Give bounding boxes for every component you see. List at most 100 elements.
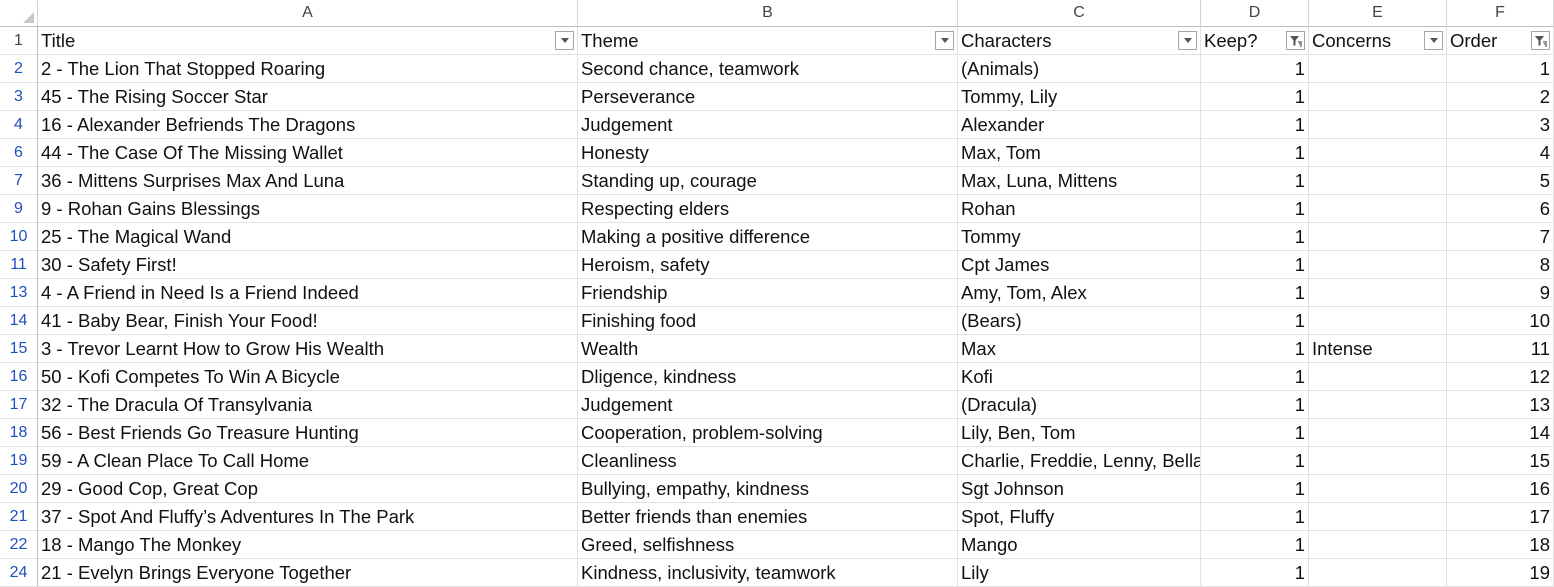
- row-number[interactable]: 15: [0, 335, 38, 363]
- cell-theme[interactable]: Making a positive difference: [578, 223, 958, 251]
- cell-order[interactable]: 10: [1447, 307, 1554, 335]
- cell-order[interactable]: 1: [1447, 55, 1554, 83]
- cell-title[interactable]: 50 - Kofi Competes To Win A Bicycle: [38, 363, 578, 391]
- cell-characters[interactable]: Lily: [958, 559, 1201, 587]
- column-header-f[interactable]: F: [1447, 0, 1554, 27]
- cell-order[interactable]: 19: [1447, 559, 1554, 587]
- cell-characters[interactable]: Cpt James: [958, 251, 1201, 279]
- cell-keep[interactable]: 1: [1201, 195, 1309, 223]
- cell-keep[interactable]: 1: [1201, 335, 1309, 363]
- row-number[interactable]: 10: [0, 223, 38, 251]
- cell-characters[interactable]: Lily, Ben, Tom: [958, 419, 1201, 447]
- cell-characters[interactable]: Alexander: [958, 111, 1201, 139]
- cell-title[interactable]: 56 - Best Friends Go Treasure Hunting: [38, 419, 578, 447]
- cell-title[interactable]: 21 - Evelyn Brings Everyone Together: [38, 559, 578, 587]
- cell-theme[interactable]: Perseverance: [578, 83, 958, 111]
- row-number[interactable]: 22: [0, 531, 38, 559]
- cell-keep[interactable]: 1: [1201, 55, 1309, 83]
- cell-concerns[interactable]: [1309, 503, 1447, 531]
- cell-title[interactable]: 30 - Safety First!: [38, 251, 578, 279]
- cell-title[interactable]: 16 - Alexander Befriends The Dragons: [38, 111, 578, 139]
- cell-order[interactable]: 7: [1447, 223, 1554, 251]
- filter-button-keep[interactable]: [1286, 31, 1305, 50]
- cell-keep[interactable]: 1: [1201, 167, 1309, 195]
- cell-title[interactable]: 37 - Spot And Fluffy’s Adventures In The…: [38, 503, 578, 531]
- cell-characters[interactable]: Mango: [958, 531, 1201, 559]
- cell-characters[interactable]: Amy, Tom, Alex: [958, 279, 1201, 307]
- cell-characters[interactable]: Spot, Fluffy: [958, 503, 1201, 531]
- row-number[interactable]: 19: [0, 447, 38, 475]
- filter-button-characters[interactable]: [1178, 31, 1197, 50]
- cell-title[interactable]: 25 - The Magical Wand: [38, 223, 578, 251]
- row-number[interactable]: 16: [0, 363, 38, 391]
- cell-theme[interactable]: Better friends than enemies: [578, 503, 958, 531]
- cell-keep[interactable]: 1: [1201, 419, 1309, 447]
- row-number[interactable]: 11: [0, 251, 38, 279]
- cell-title[interactable]: 36 - Mittens Surprises Max And Luna: [38, 167, 578, 195]
- cell-theme[interactable]: Judgement: [578, 391, 958, 419]
- cell-characters[interactable]: Max: [958, 335, 1201, 363]
- cell-keep[interactable]: 1: [1201, 391, 1309, 419]
- filter-button-concerns[interactable]: [1424, 31, 1443, 50]
- cell-concerns[interactable]: [1309, 167, 1447, 195]
- cell-keep[interactable]: 1: [1201, 363, 1309, 391]
- cell-theme[interactable]: Cleanliness: [578, 447, 958, 475]
- cell-theme[interactable]: Second chance, teamwork: [578, 55, 958, 83]
- cell-theme[interactable]: Bullying, empathy, kindness: [578, 475, 958, 503]
- cell-concerns[interactable]: [1309, 475, 1447, 503]
- column-header-c[interactable]: C: [958, 0, 1201, 27]
- cell-title[interactable]: 2 - The Lion That Stopped Roaring: [38, 55, 578, 83]
- filter-button-theme[interactable]: [935, 31, 954, 50]
- row-number[interactable]: 24: [0, 559, 38, 587]
- cell-order[interactable]: 3: [1447, 111, 1554, 139]
- cell-order[interactable]: 8: [1447, 251, 1554, 279]
- cell-order[interactable]: 14: [1447, 419, 1554, 447]
- cell-keep[interactable]: 1: [1201, 279, 1309, 307]
- row-number[interactable]: 4: [0, 111, 38, 139]
- row-number[interactable]: 21: [0, 503, 38, 531]
- cell-theme[interactable]: Greed, selfishness: [578, 531, 958, 559]
- header-cell-order[interactable]: Order: [1447, 27, 1554, 55]
- cell-title[interactable]: 29 - Good Cop, Great Cop: [38, 475, 578, 503]
- cell-keep[interactable]: 1: [1201, 559, 1309, 587]
- cell-characters[interactable]: (Bears): [958, 307, 1201, 335]
- cell-theme[interactable]: Heroism, safety: [578, 251, 958, 279]
- cell-title[interactable]: 59 - A Clean Place To Call Home: [38, 447, 578, 475]
- filter-button-title[interactable]: [555, 31, 574, 50]
- row-number[interactable]: 7: [0, 167, 38, 195]
- cell-order[interactable]: 18: [1447, 531, 1554, 559]
- cell-order[interactable]: 11: [1447, 335, 1554, 363]
- header-cell-characters[interactable]: Characters: [958, 27, 1201, 55]
- cell-order[interactable]: 17: [1447, 503, 1554, 531]
- row-number[interactable]: 14: [0, 307, 38, 335]
- cell-concerns[interactable]: [1309, 83, 1447, 111]
- cell-order[interactable]: 5: [1447, 167, 1554, 195]
- row-number[interactable]: 6: [0, 139, 38, 167]
- cell-concerns[interactable]: [1309, 559, 1447, 587]
- cell-title[interactable]: 32 - The Dracula Of Transylvania: [38, 391, 578, 419]
- cell-concerns[interactable]: [1309, 139, 1447, 167]
- cell-keep[interactable]: 1: [1201, 111, 1309, 139]
- cell-characters[interactable]: Tommy, Lily: [958, 83, 1201, 111]
- cell-concerns[interactable]: [1309, 223, 1447, 251]
- cell-characters[interactable]: (Dracula): [958, 391, 1201, 419]
- cell-characters[interactable]: Sgt Johnson: [958, 475, 1201, 503]
- cell-theme[interactable]: Wealth: [578, 335, 958, 363]
- cell-concerns[interactable]: [1309, 391, 1447, 419]
- filter-button-order[interactable]: [1531, 31, 1550, 50]
- row-number[interactable]: 18: [0, 419, 38, 447]
- cell-order[interactable]: 6: [1447, 195, 1554, 223]
- cell-order[interactable]: 4: [1447, 139, 1554, 167]
- cell-keep[interactable]: 1: [1201, 475, 1309, 503]
- cell-theme[interactable]: Friendship: [578, 279, 958, 307]
- row-number[interactable]: 17: [0, 391, 38, 419]
- cell-concerns[interactable]: [1309, 307, 1447, 335]
- cell-theme[interactable]: Judgement: [578, 111, 958, 139]
- cell-characters[interactable]: (Animals): [958, 55, 1201, 83]
- header-cell-title[interactable]: Title: [38, 27, 578, 55]
- cell-concerns[interactable]: [1309, 111, 1447, 139]
- cell-keep[interactable]: 1: [1201, 447, 1309, 475]
- cell-title[interactable]: 45 - The Rising Soccer Star: [38, 83, 578, 111]
- cell-title[interactable]: 3 - Trevor Learnt How to Grow His Wealth: [38, 335, 578, 363]
- cell-title[interactable]: 4 - A Friend in Need Is a Friend Indeed: [38, 279, 578, 307]
